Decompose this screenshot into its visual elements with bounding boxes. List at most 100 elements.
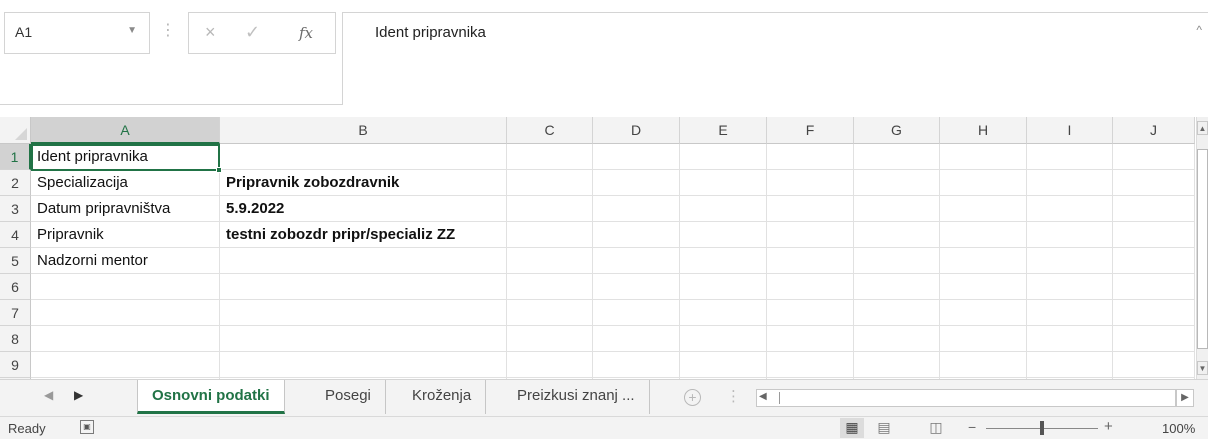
column-header-c[interactable]: C: [507, 117, 593, 144]
cell-f4[interactable]: [767, 222, 854, 248]
cell-b8[interactable]: [220, 326, 507, 352]
column-header-a[interactable]: A: [31, 117, 220, 144]
cell-j1[interactable]: [1113, 144, 1195, 170]
cell-j3[interactable]: [1113, 196, 1195, 222]
cell-h8[interactable]: [940, 326, 1027, 352]
column-header-h[interactable]: H: [940, 117, 1027, 144]
cell-i6[interactable]: [1027, 274, 1113, 300]
cell-i5[interactable]: [1027, 248, 1113, 274]
cell-d6[interactable]: [593, 274, 680, 300]
cell-e6[interactable]: [680, 274, 767, 300]
cell-h6[interactable]: [940, 274, 1027, 300]
scroll-left-icon[interactable]: ◀: [759, 391, 767, 402]
column-header-b[interactable]: B: [220, 117, 507, 144]
cell-a3[interactable]: Datum pripravništva: [31, 196, 220, 222]
cell-e5[interactable]: [680, 248, 767, 274]
cell-g1[interactable]: [854, 144, 940, 170]
cell-i4[interactable]: [1027, 222, 1113, 248]
cell-c4[interactable]: [507, 222, 593, 248]
cell-j8[interactable]: [1113, 326, 1195, 352]
cell-g3[interactable]: [854, 196, 940, 222]
next-sheet-icon[interactable]: ▶: [74, 388, 83, 402]
zoom-out-button[interactable]: −: [968, 419, 976, 435]
macro-record-icon[interactable]: ▣: [80, 420, 94, 434]
cell-f8[interactable]: [767, 326, 854, 352]
cell-j2[interactable]: [1113, 170, 1195, 196]
cell-j6[interactable]: [1113, 274, 1195, 300]
zoom-in-button[interactable]: +: [1104, 418, 1113, 435]
cell-d4[interactable]: [593, 222, 680, 248]
formula-input[interactable]: Ident pripravnika ^: [342, 12, 1208, 105]
vertical-scrollbar[interactable]: ▲ ▼: [1196, 117, 1208, 379]
cell-h1[interactable]: [940, 144, 1027, 170]
sheet-tab-4[interactable]: Preizkusi znanj ...: [503, 380, 650, 414]
cell-a4[interactable]: Pripravnik: [31, 222, 220, 248]
cell-c7[interactable]: [507, 300, 593, 326]
sheet-tab-2[interactable]: Posegi: [311, 380, 386, 414]
cell-f1[interactable]: [767, 144, 854, 170]
cell-d8[interactable]: [593, 326, 680, 352]
cell-i2[interactable]: [1027, 170, 1113, 196]
collapse-formula-bar-icon[interactable]: ^: [1196, 23, 1202, 37]
row-header-9[interactable]: 9: [0, 352, 31, 378]
cell-e7[interactable]: [680, 300, 767, 326]
cell-d1[interactable]: [593, 144, 680, 170]
chevron-down-icon[interactable]: ▼: [127, 25, 137, 36]
cell-d3[interactable]: [593, 196, 680, 222]
cell-h4[interactable]: [940, 222, 1027, 248]
cell-j7[interactable]: [1113, 300, 1195, 326]
cell-j5[interactable]: [1113, 248, 1195, 274]
cell-e9[interactable]: [680, 352, 767, 378]
cancel-icon[interactable]: ×: [205, 22, 216, 43]
vertical-scroll-thumb[interactable]: [1197, 149, 1208, 349]
cell-g8[interactable]: [854, 326, 940, 352]
column-header-f[interactable]: F: [767, 117, 854, 144]
cell-e4[interactable]: [680, 222, 767, 248]
cell-h7[interactable]: [940, 300, 1027, 326]
cell-a9[interactable]: [31, 352, 220, 378]
cell-c9[interactable]: [507, 352, 593, 378]
cell-b3[interactable]: 5.9.2022: [220, 196, 507, 222]
cell-c8[interactable]: [507, 326, 593, 352]
row-header-3[interactable]: 3: [0, 196, 31, 222]
tab-splitter-icon[interactable]: ⋮: [726, 387, 741, 405]
cell-f3[interactable]: [767, 196, 854, 222]
cell-f5[interactable]: [767, 248, 854, 274]
previous-sheet-icon[interactable]: ◀: [44, 388, 53, 402]
cell-a5[interactable]: Nadzorni mentor: [31, 248, 220, 274]
row-header-1[interactable]: 1: [0, 144, 31, 170]
cell-a2[interactable]: Specializacija: [31, 170, 220, 196]
cell-e2[interactable]: [680, 170, 767, 196]
horizontal-scrollbar[interactable]: ◀: [756, 389, 1176, 407]
sheet-tab-3[interactable]: Kroženja: [398, 380, 487, 414]
cell-d2[interactable]: [593, 170, 680, 196]
row-header-2[interactable]: 2: [0, 170, 31, 196]
cell-h5[interactable]: [940, 248, 1027, 274]
row-header-4[interactable]: 4: [0, 222, 31, 248]
cell-h2[interactable]: [940, 170, 1027, 196]
cell-h3[interactable]: [940, 196, 1027, 222]
cell-e3[interactable]: [680, 196, 767, 222]
row-header-8[interactable]: 8: [0, 326, 31, 352]
cell-b7[interactable]: [220, 300, 507, 326]
cell-d7[interactable]: [593, 300, 680, 326]
cell-c2[interactable]: [507, 170, 593, 196]
cell-i8[interactable]: [1027, 326, 1113, 352]
cell-g6[interactable]: [854, 274, 940, 300]
cell-b4[interactable]: testni zobozdr pripr/specializ ZZ: [220, 222, 507, 248]
cell-j4[interactable]: [1113, 222, 1195, 248]
column-header-d[interactable]: D: [593, 117, 680, 144]
cell-b2[interactable]: Pripravnik zobozdravnik: [220, 170, 507, 196]
page-break-view-icon[interactable]: ◫: [924, 418, 948, 438]
name-box[interactable]: A1 ▼: [4, 12, 150, 54]
scroll-up-icon[interactable]: ▲: [1197, 121, 1208, 135]
cell-c3[interactable]: [507, 196, 593, 222]
scroll-right-icon[interactable]: ▶: [1176, 389, 1194, 407]
normal-view-icon[interactable]: ▦: [840, 418, 864, 438]
row-header-6[interactable]: 6: [0, 274, 31, 300]
cell-b6[interactable]: [220, 274, 507, 300]
cell-i7[interactable]: [1027, 300, 1113, 326]
cell-b5[interactable]: [220, 248, 507, 274]
cell-d9[interactable]: [593, 352, 680, 378]
cell-b9[interactable]: [220, 352, 507, 378]
